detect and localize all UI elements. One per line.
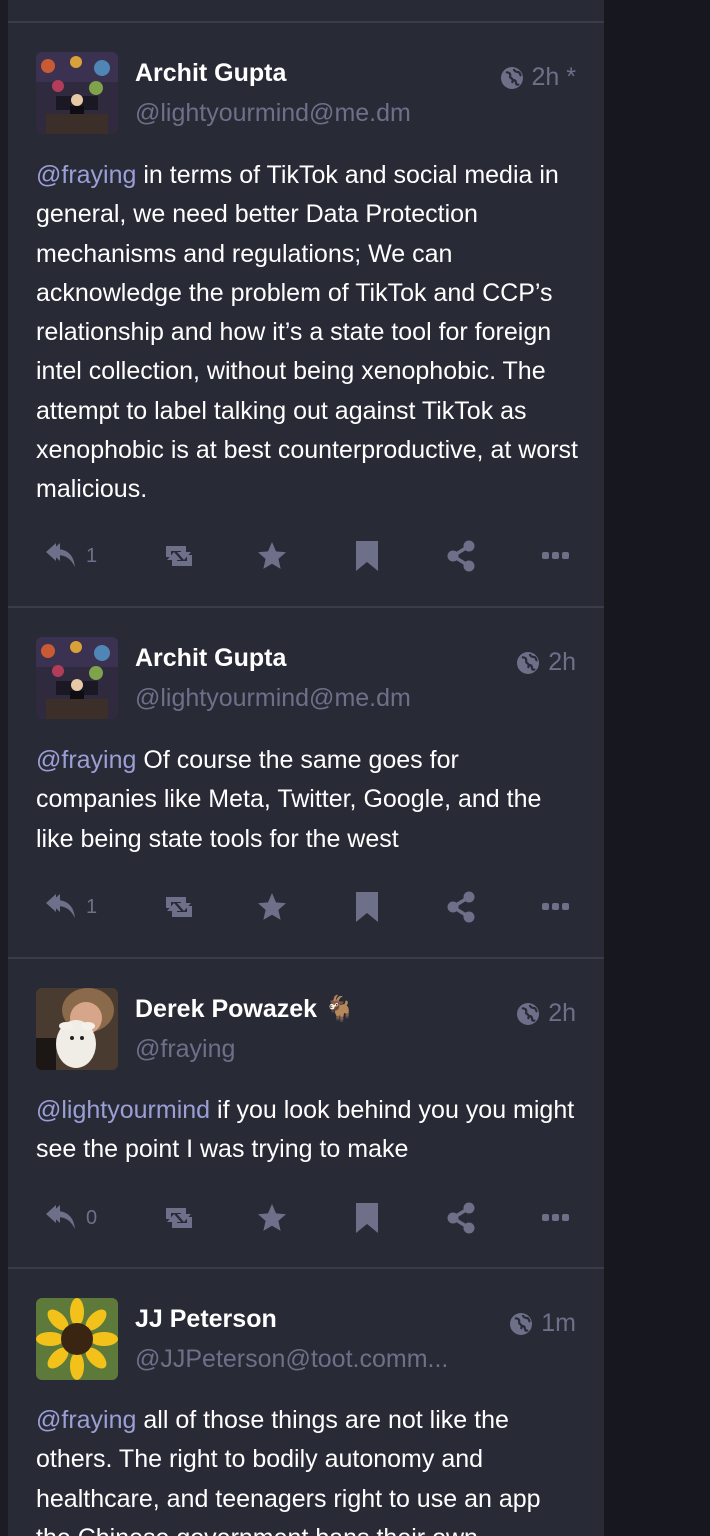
more-button[interactable] — [542, 887, 570, 927]
mention-link[interactable]: @lightyourmind — [36, 1096, 210, 1124]
status-content: @fraying all of those things are not lik… — [36, 1401, 581, 1536]
bookmark-button[interactable] — [354, 536, 380, 576]
bookmark-icon — [356, 541, 378, 571]
avatar[interactable] — [36, 52, 118, 134]
share-button[interactable] — [446, 887, 476, 927]
boost-icon — [166, 897, 192, 917]
right-gutter — [604, 0, 710, 1536]
action-bar: 1 — [8, 536, 604, 576]
display-name-text: Derek Powazek — [135, 995, 318, 1023]
reply-button[interactable]: 0 — [44, 1198, 97, 1238]
globe-icon — [510, 1312, 533, 1335]
reply-button[interactable]: 1 — [44, 536, 97, 576]
reply-icon — [46, 543, 75, 567]
reply-count: 1 — [86, 895, 98, 918]
display-name[interactable]: Derek Powazek 🐐 — [135, 995, 355, 1024]
status-meta[interactable]: 2h * — [500, 63, 576, 92]
status-meta[interactable]: 2h — [516, 648, 576, 677]
timestamp: 2h * — [531, 63, 576, 91]
globe-icon — [517, 651, 540, 674]
status-item[interactable]: Archit Gupta @lightyourmind@me.dm 2h @fr… — [8, 608, 604, 959]
status-meta[interactable]: 2h — [516, 999, 576, 1028]
reply-button[interactable]: 1 — [44, 887, 97, 927]
share-icon — [447, 540, 475, 572]
share-icon — [447, 891, 475, 923]
more-icon — [542, 1214, 569, 1221]
boost-button[interactable] — [160, 887, 198, 927]
mention-link[interactable]: @fraying — [36, 1406, 136, 1434]
star-icon — [258, 893, 286, 920]
status-content: @fraying in terms of TikTok and social m… — [36, 156, 581, 510]
action-bar: 0 — [8, 1198, 604, 1238]
timestamp: 2h — [548, 648, 576, 676]
more-button[interactable] — [542, 1198, 570, 1238]
status-item[interactable]: Derek Powazek 🐐 @fraying 2h @lightyourmi… — [8, 959, 604, 1269]
reply-icon — [46, 1205, 75, 1229]
timestamp: 2h — [548, 999, 576, 1027]
more-icon — [542, 552, 569, 559]
goat-emoji: 🐐 — [324, 995, 356, 1023]
reply-count: 0 — [86, 1206, 98, 1229]
account-handle[interactable]: @fraying — [135, 1035, 475, 1064]
status-text: in terms of TikTok and social media in g… — [36, 161, 578, 504]
action-bar: 1 — [8, 887, 604, 927]
star-icon — [258, 1204, 286, 1231]
more-button[interactable] — [542, 536, 570, 576]
bookmark-button[interactable] — [354, 887, 380, 927]
avatar[interactable] — [36, 988, 118, 1070]
boost-button[interactable] — [160, 1198, 198, 1238]
display-name[interactable]: Archit Gupta — [135, 59, 286, 88]
status-content: @lightyourmind if you look behind you yo… — [36, 1091, 581, 1170]
status-item[interactable]: JJ Peterson @JJPeterson@toot.comm... 1m … — [8, 1269, 604, 1536]
favourite-button[interactable] — [256, 887, 288, 927]
status-item[interactable]: Archit Gupta @lightyourmind@me.dm 2h * @… — [8, 23, 604, 608]
boost-icon — [166, 546, 192, 566]
share-button[interactable] — [446, 1198, 476, 1238]
more-icon — [542, 903, 569, 910]
avatar[interactable] — [36, 637, 118, 719]
display-name[interactable]: JJ Peterson — [135, 1305, 277, 1334]
share-button[interactable] — [446, 536, 476, 576]
account-handle[interactable]: @lightyourmind@me.dm — [135, 684, 475, 713]
bookmark-icon — [356, 1203, 378, 1233]
account-handle[interactable]: @lightyourmind@me.dm — [135, 99, 475, 128]
star-icon — [258, 542, 286, 569]
timeline-column: Archit Gupta @lightyourmind@me.dm 2h * @… — [8, 0, 604, 1536]
globe-icon — [517, 1002, 540, 1025]
favourite-button[interactable] — [256, 536, 288, 576]
status-meta[interactable]: 1m — [509, 1309, 576, 1338]
avatar[interactable] — [36, 1298, 118, 1380]
favourite-button[interactable] — [256, 1198, 288, 1238]
display-name[interactable]: Archit Gupta — [135, 644, 286, 673]
account-handle[interactable]: @JJPeterson@toot.comm... — [135, 1345, 475, 1374]
reply-icon — [46, 894, 75, 918]
share-icon — [447, 1202, 475, 1234]
bookmark-icon — [356, 892, 378, 922]
globe-icon — [500, 66, 523, 89]
mention-link[interactable]: @fraying — [36, 161, 136, 189]
left-edge — [0, 0, 8, 1536]
bookmark-button[interactable] — [354, 1198, 380, 1238]
mention-link[interactable]: @fraying — [36, 746, 136, 774]
boost-icon — [166, 1208, 192, 1228]
reply-count: 1 — [86, 544, 98, 567]
boost-button[interactable] — [160, 536, 198, 576]
status-content: @fraying Of course the same goes for com… — [36, 741, 581, 859]
timestamp: 1m — [541, 1309, 576, 1337]
